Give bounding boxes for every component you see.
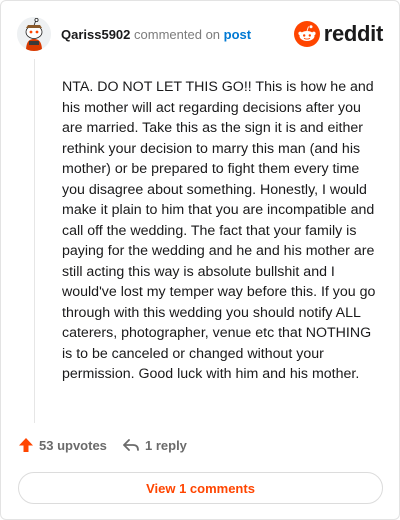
reddit-brand[interactable]: reddit <box>293 19 384 49</box>
comment-body: NTA. DO NOT LET THIS GO!! This is how he… <box>62 79 376 382</box>
author-username[interactable]: Qariss5902 <box>61 27 130 42</box>
comment-byline: Qariss5902 commented on post <box>61 27 251 42</box>
comment-header: Qariss5902 commented on post reddit <box>17 17 383 53</box>
snoo-avatar-icon <box>17 17 51 51</box>
post-link[interactable]: post <box>224 27 251 42</box>
reddit-wordmark: reddit <box>323 21 384 46</box>
upvote-button[interactable]: 53 upvotes <box>18 437 107 453</box>
reply-arrow-icon <box>123 439 139 451</box>
view-comments-button[interactable]: View 1 comments <box>18 472 383 504</box>
reddit-logo-icon <box>293 21 320 47</box>
reply-count: 1 reply <box>145 437 187 453</box>
upvote-arrow-icon <box>19 438 33 452</box>
reply-button[interactable]: 1 reply <box>122 437 187 453</box>
thread-line[interactable] <box>34 59 35 423</box>
upvote-count: 53 upvotes <box>39 437 107 453</box>
action-text: commented on <box>134 27 221 42</box>
comment-actions: 53 upvotes 1 reply <box>18 437 378 459</box>
comment-card: Qariss5902 commented on post reddit NTA.… <box>0 0 400 520</box>
avatar[interactable] <box>17 17 51 51</box>
